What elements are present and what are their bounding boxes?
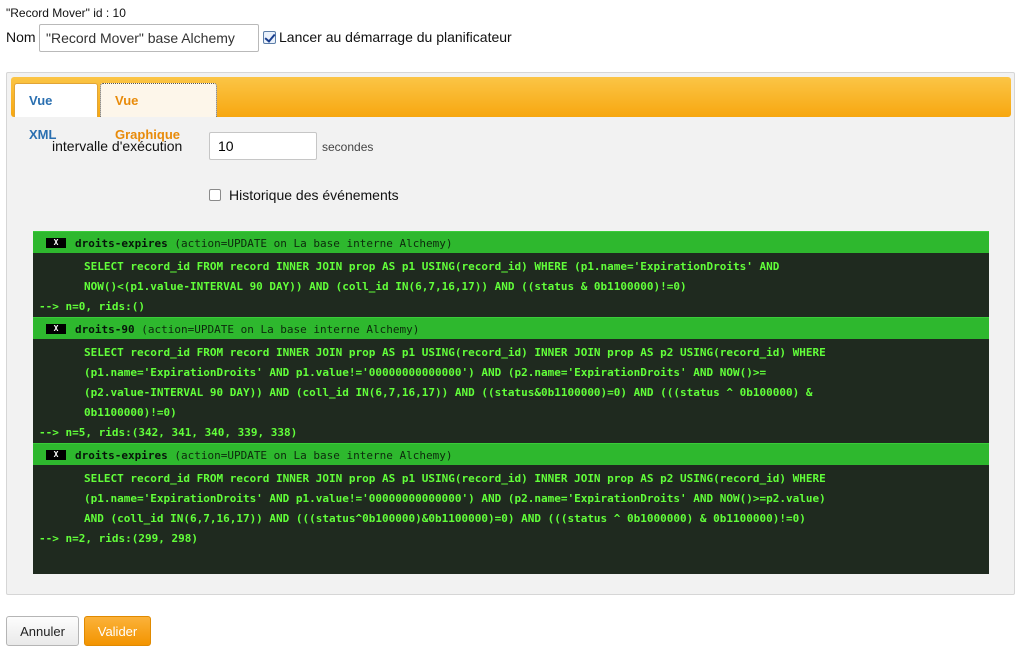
- sql-line: 0b1100000)!=0): [84, 406, 177, 419]
- interval-row: intervalle d'exécution secondes: [52, 132, 452, 162]
- sql-line: SELECT record_id FROM record INNER JOIN …: [84, 346, 826, 359]
- task-header: X droits-90 (action=UPDATE on La base in…: [33, 317, 989, 339]
- history-label: Historique des événements: [229, 187, 399, 203]
- task-result: --> n=5, rids:(342, 341, 340, 339, 338): [39, 426, 298, 439]
- task-id-title: "Record Mover" id : 10: [6, 6, 126, 20]
- task-toggle-icon[interactable]: X: [46, 324, 66, 334]
- sql-line: (p1.name='ExpirationDroits' AND p1.value…: [84, 366, 767, 379]
- validate-button[interactable]: Valider: [84, 616, 151, 646]
- sql-line: SELECT record_id FROM record INNER JOIN …: [84, 260, 780, 273]
- task-toggle-icon[interactable]: X: [46, 238, 66, 248]
- task-name: droits-expires: [75, 237, 168, 250]
- cancel-button[interactable]: Annuler: [6, 616, 79, 646]
- tab-graphique[interactable]: Vue Graphique: [100, 83, 217, 142]
- sql-line: SELECT record_id FROM record INNER JOIN …: [84, 472, 826, 485]
- task-result: --> n=0, rids:(): [39, 300, 145, 313]
- task-header: X droits-expires (action=UPDATE on La ba…: [33, 443, 989, 465]
- history-checkbox-row[interactable]: Historique des événements: [209, 187, 399, 203]
- nom-input[interactable]: [39, 24, 259, 52]
- sql-line: (p1.name='ExpirationDroits' AND p1.value…: [84, 492, 826, 505]
- autostart-label: Lancer au démarrage du planificateur: [279, 29, 512, 45]
- tab-xml[interactable]: Vue XML: [14, 83, 98, 142]
- autostart-checkbox-row[interactable]: Lancer au démarrage du planificateur: [263, 29, 512, 45]
- interval-unit: secondes: [322, 140, 374, 154]
- task-name-line: droits-90 (action=UPDATE on La base inte…: [75, 323, 419, 336]
- task-toggle-icon[interactable]: X: [46, 450, 66, 460]
- task-name-line: droits-expires (action=UPDATE on La base…: [75, 237, 453, 250]
- sql-line: (p2.value-INTERVAL 90 DAY)) AND (coll_id…: [84, 386, 813, 399]
- sql-line: AND (coll_id IN(6,7,16,17)) AND (((statu…: [84, 512, 806, 525]
- interval-input[interactable]: [209, 132, 317, 160]
- autostart-checkbox[interactable]: [263, 30, 276, 44]
- sql-line: NOW()<(p1.value-INTERVAL 90 DAY)) AND (c…: [84, 280, 687, 293]
- task-action: (action=UPDATE on La base interne Alchem…: [141, 323, 420, 336]
- task-sql: SELECT record_id FROM record INNER JOIN …: [33, 339, 989, 423]
- tab-bar: Vue XML Vue Graphique: [11, 77, 1011, 142]
- task-console: X droits-expires (action=UPDATE on La ba…: [33, 231, 989, 574]
- task-header: X droits-expires (action=UPDATE on La ba…: [33, 231, 989, 253]
- history-checkbox[interactable]: [209, 189, 221, 201]
- task-name: droits-expires: [75, 449, 168, 462]
- settings-panel: Vue XML Vue Graphique intervalle d'exécu…: [6, 72, 1015, 595]
- task-result: --> n=2, rids:(299, 298): [39, 532, 198, 545]
- task-sql: SELECT record_id FROM record INNER JOIN …: [33, 253, 989, 297]
- interval-label: intervalle d'exécution: [52, 138, 183, 154]
- task-sql: SELECT record_id FROM record INNER JOIN …: [33, 465, 989, 529]
- task-action: (action=UPDATE on La base interne Alchem…: [174, 237, 453, 250]
- task-action: (action=UPDATE on La base interne Alchem…: [174, 449, 453, 462]
- task-name-line: droits-expires (action=UPDATE on La base…: [75, 449, 453, 462]
- nom-label: Nom: [6, 29, 36, 45]
- task-name: droits-90: [75, 323, 135, 336]
